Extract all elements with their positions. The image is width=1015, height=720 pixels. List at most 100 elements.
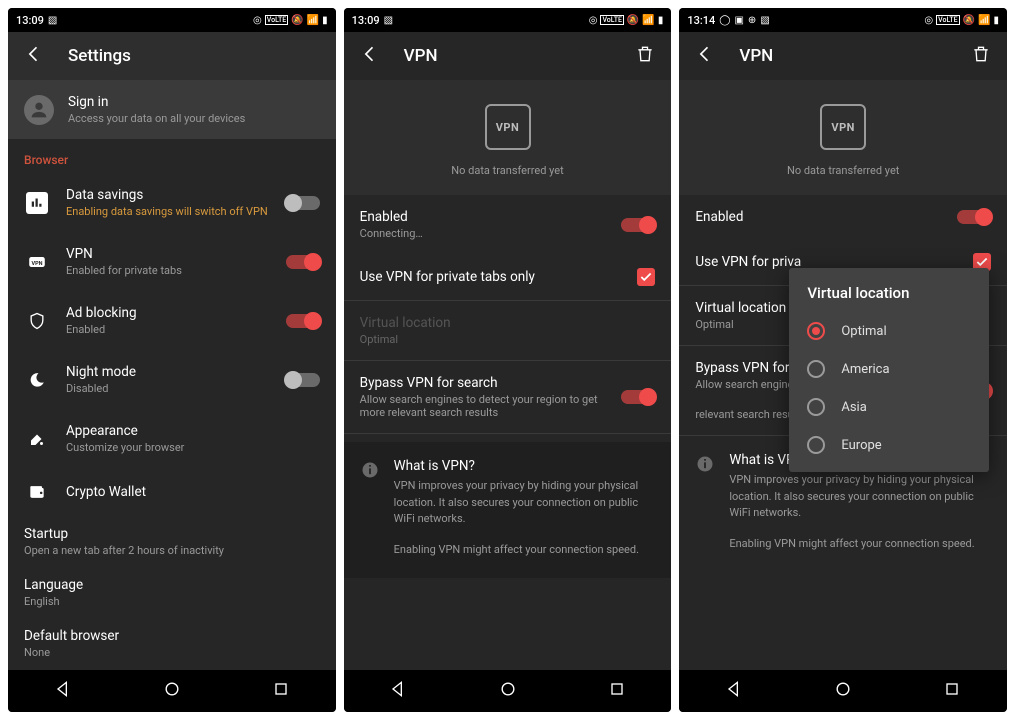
nav-back-icon[interactable] <box>53 679 73 703</box>
vpn-toggle[interactable] <box>286 255 320 269</box>
popup-option-asia[interactable]: Asia <box>789 388 989 426</box>
startup-title: Startup <box>24 526 320 542</box>
data-savings-sub: Enabling data savings will switch off VP… <box>66 205 270 218</box>
row-appearance[interactable]: Appearance Customize your browser <box>8 409 336 468</box>
back-icon[interactable] <box>360 44 380 68</box>
nightmode-sub: Disabled <box>66 382 270 395</box>
row-data-savings[interactable]: Data savings Enabling data savings will … <box>8 173 336 232</box>
language-sub: English <box>24 595 320 608</box>
popup-option-label: Asia <box>841 400 866 415</box>
shield-icon <box>24 311 50 331</box>
nav-recent-icon[interactable] <box>607 679 627 703</box>
bypass-toggle[interactable] <box>621 390 655 404</box>
row-nightmode[interactable]: Night mode Disabled <box>8 350 336 409</box>
popup-option-optimal[interactable]: Optimal <box>789 312 989 350</box>
vpn-icon <box>24 251 50 273</box>
data-savings-toggle[interactable] <box>286 196 320 210</box>
private-tabs-checkbox[interactable] <box>637 268 655 286</box>
info-whatis: What is VPN? VPN improves your privacy b… <box>344 442 672 578</box>
avatar-icon <box>24 95 54 125</box>
nav-recent-icon[interactable] <box>271 679 291 703</box>
startup-sub: Open a new tab after 2 hours of inactivi… <box>24 544 320 557</box>
nightmode-title: Night mode <box>66 364 270 380</box>
vpn-header-sub: No data transferred yet <box>679 164 1007 177</box>
row-enabled[interactable]: Enabled Connecting… <box>344 195 672 254</box>
info-body1: VPN improves your privacy by hiding your… <box>394 478 656 528</box>
row-adblock[interactable]: Ad blocking Enabled <box>8 291 336 350</box>
radio-icon <box>807 360 825 378</box>
vpn-badge-icon: VPN <box>485 104 531 150</box>
defbrowser-sub: None <box>24 646 320 659</box>
status-bar: 13:09 ▧ ◎VoLTE🔕📶▮ <box>8 8 336 32</box>
app-bar: VPN <box>679 32 1007 80</box>
nav-home-icon[interactable] <box>498 679 518 703</box>
popup-option-label: Europe <box>841 438 881 453</box>
appearance-sub: Customize your browser <box>66 441 320 454</box>
popup-title: Virtual location <box>789 284 989 312</box>
moon-icon <box>24 371 50 389</box>
enabled-title: Enabled <box>360 209 606 225</box>
status-time: 13:09 <box>352 14 380 27</box>
virtual-location-popup: Virtual location Optimal America Asia Eu… <box>789 268 989 472</box>
nav-back-icon[interactable] <box>724 679 744 703</box>
row-bypass[interactable]: Bypass VPN for search Allow search engin… <box>344 361 672 433</box>
info-title: What is VPN? <box>394 458 656 474</box>
row-default-browser[interactable]: Default browser None <box>8 618 336 669</box>
row-enabled[interactable]: Enabled <box>679 195 1007 239</box>
nav-home-icon[interactable] <box>162 679 182 703</box>
nav-bar <box>344 670 672 712</box>
vloc-title: Virtual location <box>360 315 656 331</box>
radio-icon <box>807 398 825 416</box>
row-vpn[interactable]: VPN Enabled for private tabs <box>8 232 336 291</box>
trash-icon[interactable] <box>971 44 991 68</box>
popup-option-europe[interactable]: Europe <box>789 426 989 464</box>
status-icons: ◎VoLTE🔕📶▮ <box>253 15 328 26</box>
enabled-toggle[interactable] <box>957 210 991 224</box>
status-bar: 13:14◯▣⊕▧ ◎VoLTE🔕📶▮ <box>679 8 1007 32</box>
nav-back-icon[interactable] <box>388 679 408 703</box>
page-title: VPN <box>404 46 438 66</box>
nav-recent-icon[interactable] <box>942 679 962 703</box>
adblock-sub: Enabled <box>66 323 270 336</box>
enabled-toggle[interactable] <box>621 218 655 232</box>
row-startup[interactable]: Startup Open a new tab after 2 hours of … <box>8 516 336 567</box>
adblock-title: Ad blocking <box>66 305 270 321</box>
status-time: 13:09 <box>16 14 44 27</box>
row-crypto[interactable]: Crypto Wallet <box>8 468 336 516</box>
trash-icon[interactable] <box>635 44 655 68</box>
signin-sub: Access your data on all your devices <box>68 112 245 125</box>
paint-icon <box>24 430 50 448</box>
page-title: Settings <box>68 46 131 66</box>
defbrowser-title: Default browser <box>24 628 320 644</box>
vpn-content: VPN No data transferred yet Enabled Conn… <box>344 80 672 670</box>
vloc-sub: Optimal <box>360 333 656 346</box>
info-body2: Enabling VPN might affect your connectio… <box>729 536 991 553</box>
row-language[interactable]: Language English <box>8 567 336 618</box>
adblock-toggle[interactable] <box>286 314 320 328</box>
settings-content: Sign in Access your data on all your dev… <box>8 80 336 670</box>
crypto-title: Crypto Wallet <box>66 484 320 500</box>
private-tabs-title: Use VPN for private tabs only <box>360 269 622 285</box>
row-private-tabs[interactable]: Use VPN for private tabs only <box>344 254 672 300</box>
vpn-sub: Enabled for private tabs <box>66 264 270 277</box>
vpn-header-sub: No data transferred yet <box>344 164 672 177</box>
signin-row[interactable]: Sign in Access your data on all your dev… <box>8 80 336 139</box>
enabled-title: Enabled <box>695 209 941 225</box>
nav-home-icon[interactable] <box>833 679 853 703</box>
screen-vpn: 13:09▧ ◎VoLTE🔕📶▮ VPN VPN No data transfe… <box>344 8 672 712</box>
radio-icon <box>807 322 825 340</box>
radio-icon <box>807 436 825 454</box>
popup-option-label: America <box>841 362 889 377</box>
nightmode-toggle[interactable] <box>286 373 320 387</box>
appearance-title: Appearance <box>66 423 320 439</box>
popup-option-america[interactable]: America <box>789 350 989 388</box>
screen-vpn-popup: 13:14◯▣⊕▧ ◎VoLTE🔕📶▮ VPN VPN No data tran… <box>679 8 1007 712</box>
language-title: Language <box>24 577 320 593</box>
info-body2: Enabling VPN might affect your connectio… <box>394 542 656 559</box>
popup-option-label: Optimal <box>841 324 886 339</box>
back-icon[interactable] <box>24 44 44 68</box>
back-icon[interactable] <box>695 44 715 68</box>
section-browser-label: Browser <box>8 139 336 173</box>
info-icon <box>695 454 715 474</box>
status-app-icon: ▧ <box>48 15 57 26</box>
